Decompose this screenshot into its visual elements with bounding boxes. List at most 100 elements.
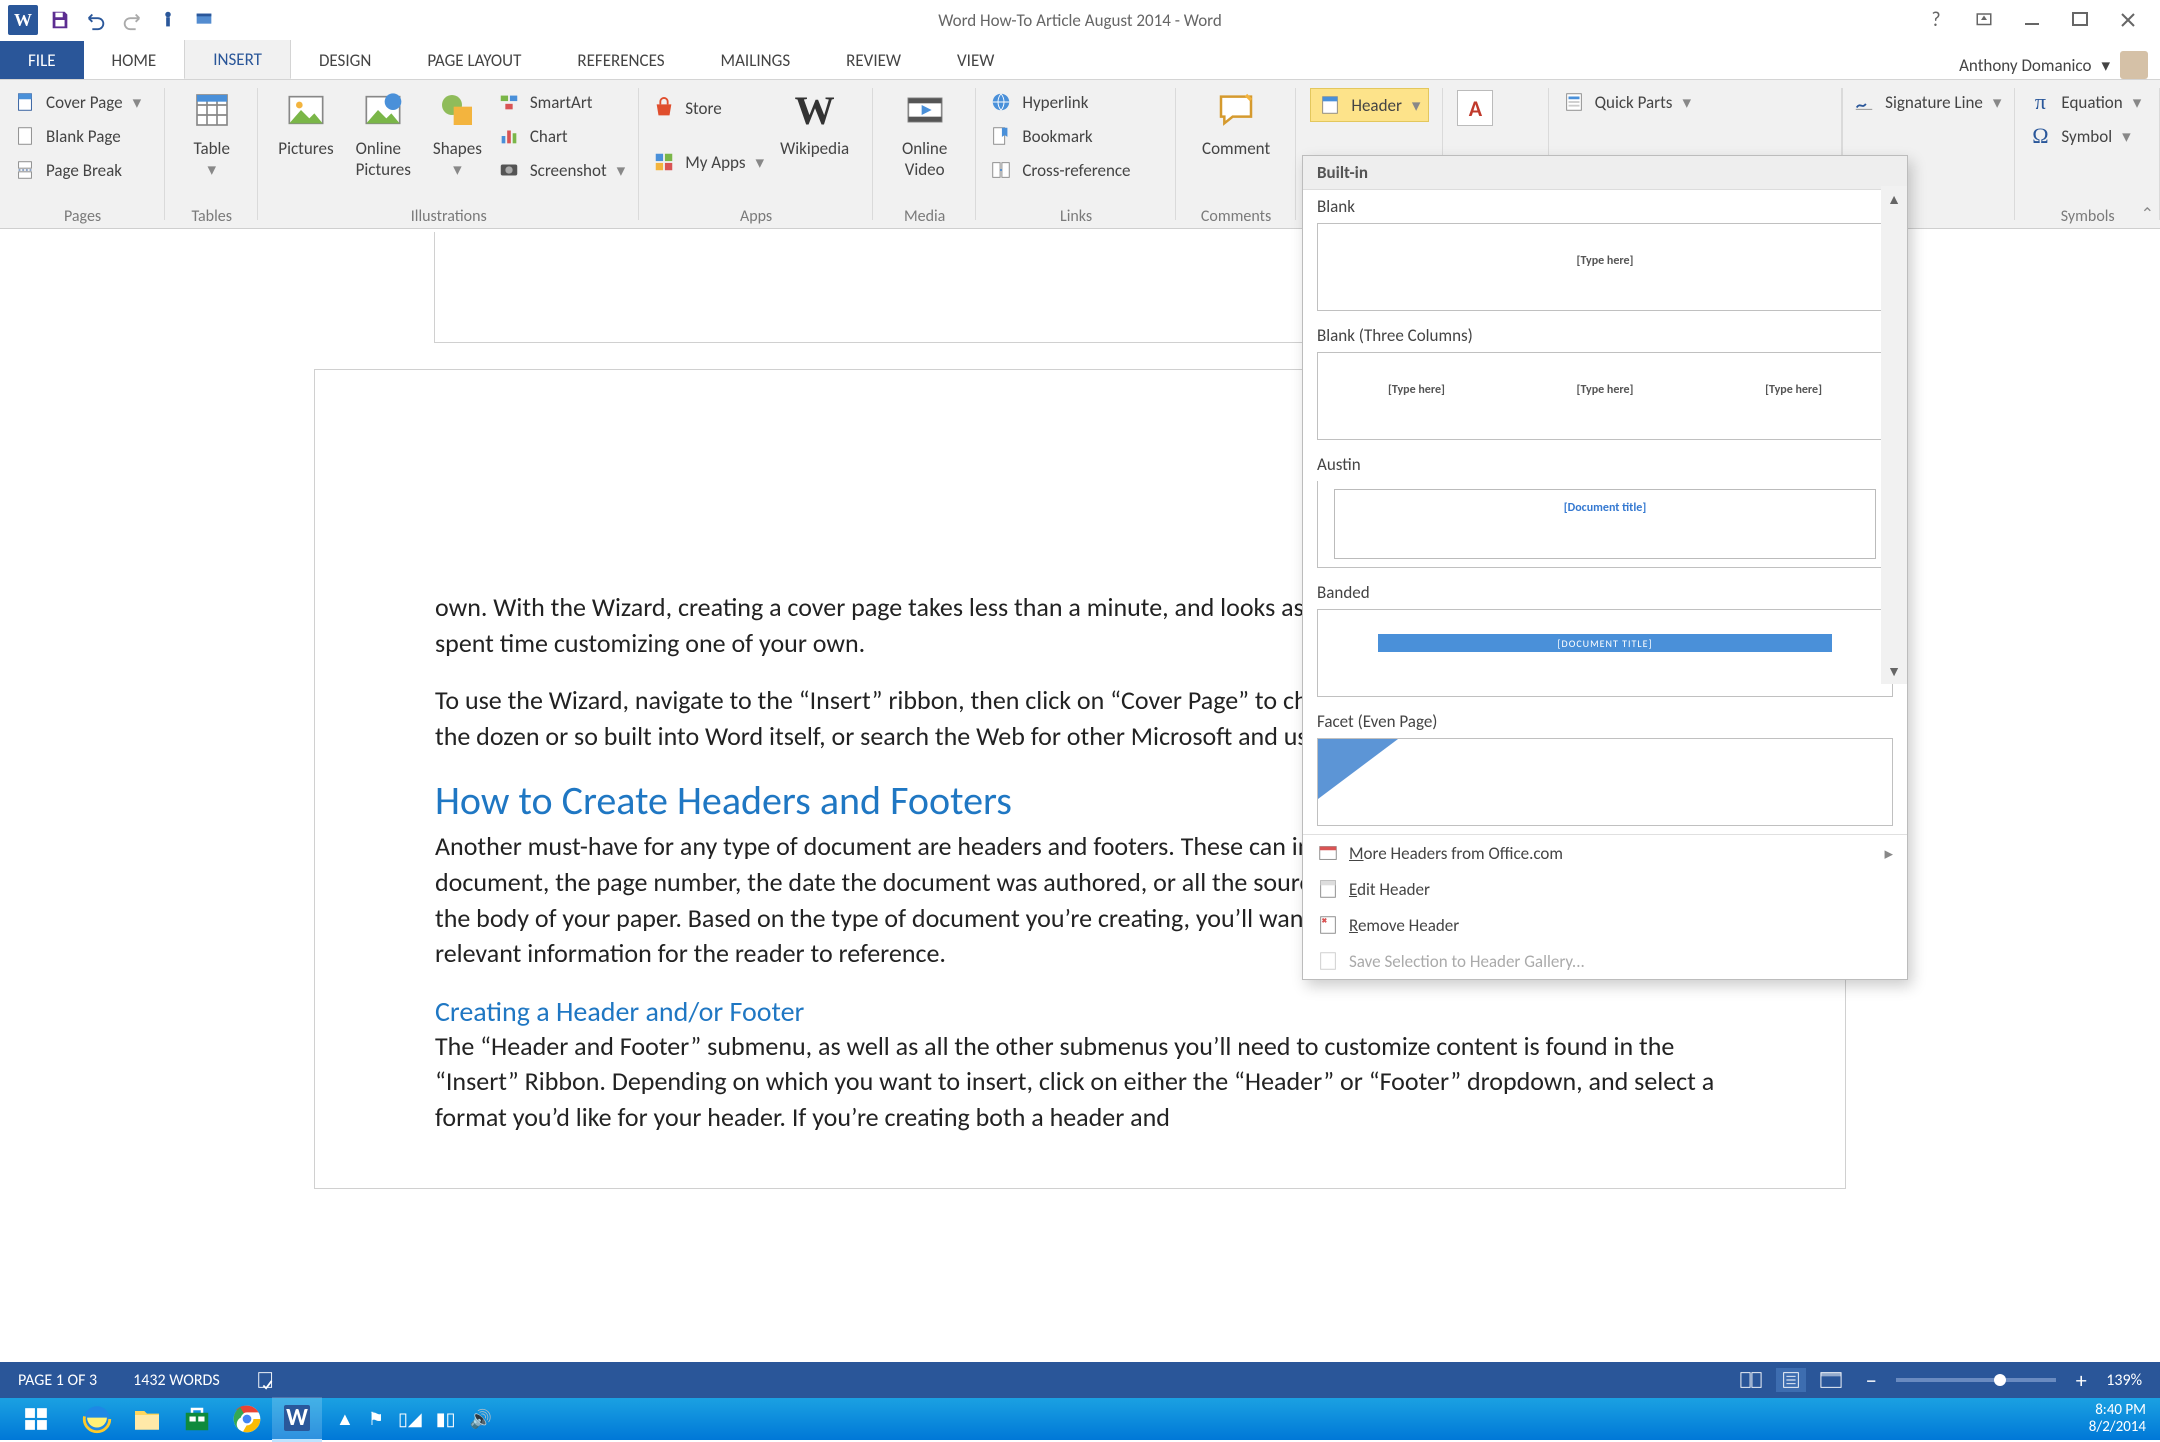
- account-name[interactable]: Anthony Domanico▾: [1959, 51, 2160, 79]
- online-pictures-button[interactable]: Online Pictures: [350, 84, 417, 184]
- header-gallery-dropdown: Built-in Blank [Type here] Blank (Three …: [1302, 155, 1908, 980]
- header-option-facet[interactable]: Facet (Even Page): [1303, 705, 1907, 834]
- edit-header-button[interactable]: Edit Header: [1303, 871, 1907, 907]
- header-option-blank-three-columns[interactable]: Blank (Three Columns) [Type here][Type h…: [1303, 319, 1907, 448]
- group-label: Illustrations: [258, 207, 639, 226]
- online-video-button[interactable]: Online Video: [887, 84, 962, 184]
- tab-page-layout[interactable]: PAGE LAYOUT: [399, 41, 549, 79]
- group-tables: Table▾ Tables: [165, 80, 258, 228]
- tray-battery-icon[interactable]: ▮▯: [436, 1408, 456, 1430]
- taskbar-explorer-icon[interactable]: [122, 1398, 172, 1440]
- group-media: Online Video Media: [873, 80, 976, 228]
- group-label: Tables: [165, 207, 258, 226]
- avatar: [2120, 51, 2148, 79]
- tray-flag-icon[interactable]: ⚑: [368, 1408, 384, 1430]
- minimize-icon[interactable]: [2010, 5, 2054, 35]
- smartart-button[interactable]: SmartArt: [498, 88, 625, 116]
- tab-view[interactable]: VIEW: [929, 41, 1022, 79]
- header-option-blank[interactable]: Blank [Type here]: [1303, 190, 1907, 319]
- screenshot-button[interactable]: Screenshot▾: [498, 156, 625, 184]
- scroll-up-icon[interactable]: ▲: [1881, 186, 1907, 212]
- page-count[interactable]: PAGE 1 OF 3: [0, 1371, 115, 1390]
- maximize-icon[interactable]: [2058, 5, 2102, 35]
- text-box-button[interactable]: A: [1457, 90, 1493, 126]
- header-option-banded[interactable]: Banded [DOCUMENT TITLE]: [1303, 576, 1907, 705]
- tab-insert[interactable]: INSERT: [184, 40, 291, 79]
- my-apps-button[interactable]: My Apps▾: [653, 148, 764, 176]
- body-text: The “Header and Footer” submenu, as well…: [435, 1029, 1725, 1136]
- signature-line-button[interactable]: Signature Line▾: [1853, 88, 2001, 116]
- remove-header-button[interactable]: Remove Header: [1303, 907, 1907, 943]
- table-button[interactable]: Table▾: [179, 84, 244, 184]
- group-symbols: πEquation▾ ΩSymbol▾ Symbols ⌃: [2015, 80, 2160, 228]
- read-mode-icon[interactable]: [1736, 1368, 1766, 1392]
- chart-button[interactable]: Chart: [498, 122, 625, 150]
- more-headers-link[interactable]: More Headers from Office.com▸: [1303, 835, 1907, 871]
- redo-icon[interactable]: [118, 6, 146, 34]
- shapes-button[interactable]: Shapes▾: [427, 84, 488, 184]
- help-icon[interactable]: ?: [1914, 5, 1958, 35]
- taskbar-chrome-icon[interactable]: [222, 1398, 272, 1440]
- ribbon-display-options-icon[interactable]: [1962, 5, 2006, 35]
- group-comments: Comment Comments: [1176, 80, 1297, 228]
- qat-more-icon[interactable]: [190, 6, 218, 34]
- web-layout-icon[interactable]: [1816, 1368, 1846, 1392]
- group-apps: Store My Apps▾ WWikipedia Apps: [639, 80, 873, 228]
- group-label: Media: [873, 207, 976, 226]
- quick-access-toolbar: W: [0, 5, 218, 35]
- group-label: Links: [976, 207, 1175, 226]
- blank-page-button[interactable]: Blank Page: [14, 122, 151, 150]
- tray-network-icon[interactable]: ▯◢: [398, 1408, 422, 1430]
- header-option-austin[interactable]: Austin [Document title]: [1303, 448, 1907, 576]
- scroll-down-icon[interactable]: ▼: [1881, 658, 1907, 684]
- group-pages: Cover Page▾ Blank Page Page Break Pages: [0, 80, 165, 228]
- bookmark-button[interactable]: Bookmark: [990, 122, 1161, 150]
- spell-check-icon[interactable]: [238, 1369, 296, 1391]
- symbol-button[interactable]: ΩSymbol▾: [2029, 122, 2146, 150]
- equation-button[interactable]: πEquation▾: [2029, 88, 2146, 116]
- collapse-ribbon-icon[interactable]: ⌃: [2141, 204, 2154, 224]
- windows-taskbar: W ▲ ⚑ ▯◢ ▮▯ 🔊 8:40 PM8/2/2014: [0, 1398, 2160, 1440]
- start-button[interactable]: [0, 1398, 72, 1440]
- print-layout-icon[interactable]: [1776, 1368, 1806, 1392]
- taskbar-clock[interactable]: 8:40 PM8/2/2014: [2089, 1402, 2160, 1437]
- zoom-in-button[interactable]: +: [2066, 1367, 2096, 1394]
- tray-volume-icon[interactable]: 🔊: [470, 1408, 492, 1430]
- tab-home[interactable]: HOME: [84, 41, 185, 79]
- ribbon-tabs: FILE HOME INSERT DESIGN PAGE LAYOUT REFE…: [0, 41, 2160, 79]
- zoom-level[interactable]: 139%: [2106, 1371, 2142, 1390]
- tab-references[interactable]: REFERENCES: [549, 41, 692, 79]
- wikipedia-button[interactable]: WWikipedia: [774, 84, 855, 176]
- taskbar-ie-icon[interactable]: [72, 1398, 122, 1440]
- zoom-out-button[interactable]: −: [1856, 1367, 1886, 1394]
- page-break-button[interactable]: Page Break: [14, 156, 151, 184]
- tray-up-icon[interactable]: ▲: [336, 1408, 354, 1430]
- taskbar-store-icon[interactable]: [172, 1398, 222, 1440]
- tab-design[interactable]: DESIGN: [291, 41, 399, 79]
- undo-icon[interactable]: [82, 6, 110, 34]
- store-button[interactable]: Store: [653, 94, 764, 122]
- touch-mode-icon[interactable]: [154, 6, 182, 34]
- header-dropdown[interactable]: Header▾: [1310, 88, 1429, 122]
- tab-review[interactable]: REVIEW: [818, 41, 929, 79]
- gallery-footer: More Headers from Office.com▸ Edit Heade…: [1303, 834, 1907, 979]
- heading-3: Creating a Header and/or Footer: [435, 994, 1725, 1029]
- taskbar-word-icon[interactable]: W: [272, 1397, 322, 1442]
- zoom-slider[interactable]: [1896, 1378, 2056, 1382]
- pictures-button[interactable]: Pictures: [272, 84, 339, 184]
- tab-mailings[interactable]: MAILINGS: [693, 41, 819, 79]
- word-logo-icon: W: [8, 5, 38, 35]
- cross-reference-button[interactable]: Cross-reference: [990, 156, 1161, 184]
- system-tray[interactable]: ▲ ⚑ ▯◢ ▮▯ 🔊: [322, 1408, 506, 1430]
- tab-file[interactable]: FILE: [0, 41, 84, 79]
- close-icon[interactable]: [2106, 5, 2150, 35]
- gallery-scrollbar[interactable]: ▲ ▼: [1881, 186, 1907, 684]
- hyperlink-button[interactable]: Hyperlink: [990, 88, 1161, 116]
- group-links: Hyperlink Bookmark Cross-reference Links: [976, 80, 1175, 228]
- save-icon[interactable]: [46, 6, 74, 34]
- cover-page-button[interactable]: Cover Page▾: [14, 88, 151, 116]
- group-label: Comments: [1176, 207, 1297, 226]
- save-selection-button: Save Selection to Header Gallery...: [1303, 943, 1907, 979]
- word-count[interactable]: 1432 WORDS: [115, 1371, 238, 1390]
- comment-button[interactable]: Comment: [1190, 84, 1283, 163]
